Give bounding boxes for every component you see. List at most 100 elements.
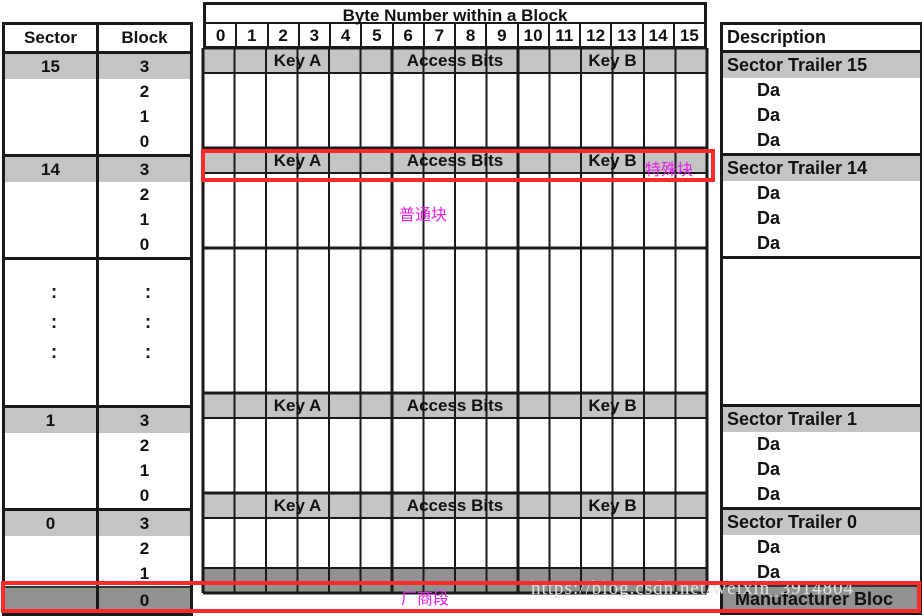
description-data-block: Da bbox=[721, 457, 922, 482]
field-label: Key A bbox=[274, 51, 322, 70]
ellipsis-row bbox=[721, 256, 922, 406]
sector-ellipsis-dots: : : : bbox=[50, 282, 58, 363]
table-row: Sector Trailer 1 bbox=[721, 404, 922, 432]
description-table: Description Sector Trailer 15 Da Da Da S… bbox=[720, 22, 922, 615]
field-label: Key B bbox=[588, 496, 636, 515]
sector-number-blank bbox=[3, 586, 98, 615]
description-data-block: Da bbox=[721, 535, 922, 560]
sector-number: 1 bbox=[3, 405, 98, 433]
sector-number-blank bbox=[3, 79, 98, 104]
field-label: Key A bbox=[274, 496, 322, 515]
table-row: Da bbox=[721, 457, 922, 482]
sector-number-blank bbox=[3, 561, 98, 587]
block-number: 1 bbox=[96, 104, 192, 129]
block-column-header: Block bbox=[96, 23, 192, 53]
table-row: 14 3 bbox=[3, 154, 192, 182]
byte-number-cell: 8 bbox=[456, 24, 488, 46]
table-row: Da bbox=[721, 128, 922, 155]
field-label: Key A bbox=[274, 396, 322, 415]
table-row: Da bbox=[721, 206, 922, 231]
table-row: 2 bbox=[3, 536, 192, 561]
description-data-block: Da bbox=[721, 128, 922, 155]
byte-number-cell: 2 bbox=[269, 24, 300, 46]
block-number: 0 bbox=[96, 483, 192, 510]
sector-number-blank bbox=[3, 182, 98, 207]
description-data-block: Da bbox=[721, 103, 922, 128]
block-number: 1 bbox=[96, 561, 192, 587]
byte-number-cell: 4 bbox=[331, 24, 363, 46]
byte-number-cell: 12 bbox=[581, 24, 613, 46]
sector-number-blank bbox=[3, 104, 98, 129]
field-label: Key B bbox=[588, 51, 636, 70]
diagram-canvas: Sector Block 15 3 2 1 0 14 3 2 1 0 1 3 2… bbox=[0, 0, 922, 616]
table-row: Sector Trailer 0 bbox=[721, 507, 922, 535]
table-row: 0 bbox=[3, 483, 192, 510]
block-number: 3 bbox=[96, 508, 192, 536]
sector-number-blank bbox=[3, 232, 98, 259]
table-row: 0 3 bbox=[3, 508, 192, 536]
table-row: 15 3 bbox=[3, 51, 192, 79]
sector-number-blank bbox=[3, 483, 98, 510]
table-row: Sector Trailer 15 bbox=[721, 50, 922, 78]
block-number: 0 bbox=[96, 232, 192, 259]
sector-number: 15 bbox=[3, 51, 98, 79]
watermark: https://blog.csdn.net/weixin_3914804 bbox=[531, 578, 855, 599]
byte-number-cell: 15 bbox=[679, 26, 699, 45]
description-data-block: Da bbox=[721, 432, 922, 457]
field-label: Key B bbox=[588, 396, 636, 415]
description-column-header: Description bbox=[721, 23, 922, 52]
table-row: Da bbox=[721, 432, 922, 457]
field-label: Access Bits bbox=[407, 396, 503, 415]
table-row: 0 bbox=[3, 232, 192, 259]
sector-number-blank bbox=[3, 129, 98, 156]
annotation-normal-block: 普通块 bbox=[399, 205, 448, 224]
description-data-block: Da bbox=[721, 78, 922, 103]
byte-number-title: Byte Number within a Block bbox=[203, 2, 707, 25]
block-number: 2 bbox=[96, 433, 192, 458]
table-row: Da bbox=[721, 535, 922, 560]
table-row: 2 bbox=[3, 182, 192, 207]
byte-number-cell: 6 bbox=[394, 24, 425, 46]
byte-number-cell: 9 bbox=[487, 24, 519, 46]
field-label: Access Bits bbox=[407, 496, 503, 515]
block-number: 1 bbox=[96, 458, 192, 483]
block-number: 3 bbox=[96, 154, 192, 182]
byte-number-row: 0 1 2 3 4 5 6 7 8 9 10 11 12 13 14 15 bbox=[203, 24, 707, 49]
byte-number-cell: 10 bbox=[519, 24, 550, 46]
table-row: Da bbox=[721, 78, 922, 103]
field-label: Key A bbox=[274, 151, 322, 170]
sector-number: 0 bbox=[3, 508, 98, 536]
description-sector-trailer: Sector Trailer 14 bbox=[721, 153, 922, 181]
annotation-manufacturer-segment: 厂商段 bbox=[401, 589, 450, 608]
block-number: 0 bbox=[96, 129, 192, 156]
table-row: Da bbox=[721, 103, 922, 128]
table-row: 2 bbox=[3, 79, 192, 104]
sector-column-header: Sector bbox=[3, 23, 98, 53]
block-number: 2 bbox=[96, 79, 192, 104]
annotation-special-block: 特殊块 bbox=[645, 160, 694, 179]
sector-number-blank bbox=[3, 433, 98, 458]
table-row: 0 bbox=[3, 586, 192, 615]
sector-trailer-14-highlight bbox=[201, 149, 715, 182]
table-header-row: Sector Block bbox=[3, 23, 192, 53]
sector-number-blank bbox=[3, 536, 98, 561]
description-data-block: Da bbox=[721, 206, 922, 231]
table-row: 2 bbox=[3, 433, 192, 458]
block-ellipsis-dots: : : : bbox=[144, 282, 152, 363]
block-number: 3 bbox=[96, 405, 192, 433]
description-sector-trailer: Sector Trailer 15 bbox=[721, 50, 922, 78]
field-label: Key B bbox=[588, 151, 636, 170]
byte-number-cell: 0 bbox=[206, 24, 238, 46]
description-data-block: Da bbox=[721, 482, 922, 509]
block-number: 3 bbox=[96, 51, 192, 79]
byte-number-cell: 7 bbox=[425, 24, 456, 46]
table-row: Da bbox=[721, 231, 922, 258]
byte-number-cell: 11 bbox=[550, 24, 581, 46]
description-ellipsis bbox=[721, 256, 922, 406]
byte-number-cell: 5 bbox=[362, 24, 394, 46]
description-sector-trailer: Sector Trailer 0 bbox=[721, 507, 922, 535]
table-row: Da bbox=[721, 482, 922, 509]
description-sector-trailer: Sector Trailer 1 bbox=[721, 404, 922, 432]
byte-number-cell: 1 bbox=[237, 24, 269, 46]
description-data-block: Da bbox=[721, 231, 922, 258]
